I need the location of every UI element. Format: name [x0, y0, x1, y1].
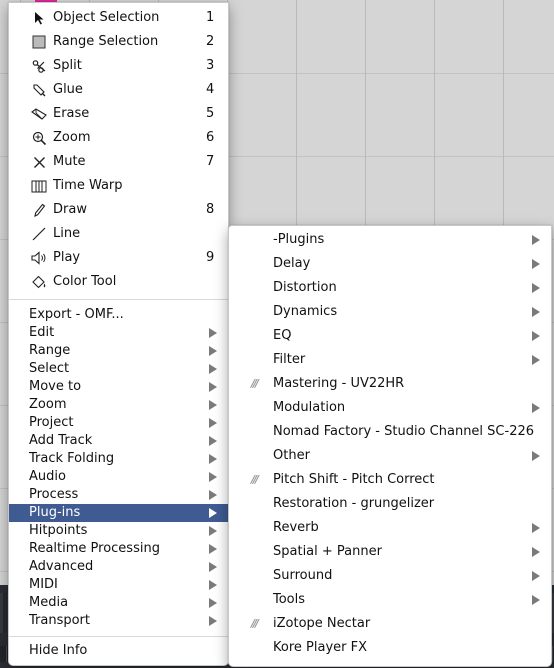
menu-item-media[interactable]: Media — [9, 594, 228, 612]
menu-item-glue[interactable]: Glue 4 — [9, 81, 228, 99]
menu-item-draw[interactable]: Draw 8 — [9, 201, 228, 219]
submenu-item-pitch-correct[interactable]: /// Pitch Shift - Pitch Correct — [229, 471, 551, 489]
plugin-shortcut-icon: /// — [251, 377, 259, 390]
submenu-arrow-icon — [532, 355, 540, 365]
menu-item-line[interactable]: Line — [9, 225, 228, 243]
submenu-arrow-icon — [209, 472, 217, 482]
submenu-arrow-icon — [209, 418, 217, 428]
menu-item-project[interactable]: Project — [9, 414, 228, 432]
submenu-item-other[interactable]: Other — [229, 447, 551, 465]
submenu-arrow-icon — [209, 544, 217, 554]
submenu-item-mastering-uv22hr[interactable]: /// Mastering - UV22HR — [229, 375, 551, 393]
submenu-arrow-icon — [532, 259, 540, 269]
menu-item-advanced[interactable]: Advanced — [9, 558, 228, 576]
submenu-item-plugins[interactable]: -Plugins — [229, 231, 551, 249]
submenu-item-eq[interactable]: EQ — [229, 327, 551, 345]
context-menu: Object Selection 1 Range Selection 2 Spl… — [8, 2, 229, 666]
plugins-submenu: -Plugins Delay Distortion Dynamics EQ Fi… — [228, 225, 552, 667]
time-warp-icon — [31, 178, 47, 194]
menu-item-track-folding[interactable]: Track Folding — [9, 450, 228, 468]
range-square-icon — [31, 34, 47, 50]
menu-item-realtime-processing[interactable]: Realtime Processing — [9, 540, 228, 558]
submenu-item-reverb[interactable]: Reverb — [229, 519, 551, 537]
menu-item-hitpoints[interactable]: Hitpoints — [9, 522, 228, 540]
submenu-arrow-icon — [209, 490, 217, 500]
submenu-arrow-icon — [532, 547, 540, 557]
menu-item-midi[interactable]: MIDI — [9, 576, 228, 594]
submenu-item-spatial-panner[interactable]: Spatial + Panner — [229, 543, 551, 561]
menu-item-range[interactable]: Range — [9, 342, 228, 360]
submenu-arrow-icon — [532, 331, 540, 341]
submenu-item-nomad-factory[interactable]: Nomad Factory - Studio Channel SC-226 — [229, 423, 551, 441]
speaker-icon — [31, 250, 47, 266]
pointer-icon — [31, 10, 47, 26]
submenu-arrow-icon — [532, 595, 540, 605]
menu-item-select[interactable]: Select — [9, 360, 228, 378]
submenu-arrow-icon — [209, 616, 217, 626]
submenu-arrow-icon — [532, 307, 540, 317]
menu-item-export-omf[interactable]: Export - OMF... — [9, 306, 228, 324]
menu-item-audio[interactable]: Audio — [9, 468, 228, 486]
submenu-arrow-icon — [532, 283, 540, 293]
submenu-item-kore-player-fx[interactable]: Kore Player FX — [229, 639, 551, 657]
submenu-arrow-icon — [209, 382, 217, 392]
menu-item-play[interactable]: Play 9 — [9, 249, 228, 267]
submenu-arrow-icon — [209, 436, 217, 446]
plugin-shortcut-icon: /// — [251, 617, 259, 630]
pencil-icon — [31, 202, 47, 218]
menu-item-range-selection[interactable]: Range Selection 2 — [9, 33, 228, 51]
submenu-arrow-icon — [209, 562, 217, 572]
menu-item-zoom[interactable]: Zoom 6 — [9, 129, 228, 147]
menu-item-move-to[interactable]: Move to — [9, 378, 228, 396]
glue-tube-icon — [31, 82, 47, 98]
submenu-arrow-icon — [209, 364, 217, 374]
submenu-item-dynamics[interactable]: Dynamics — [229, 303, 551, 321]
submenu-item-delay[interactable]: Delay — [229, 255, 551, 273]
submenu-arrow-icon — [532, 451, 540, 461]
menu-item-transport[interactable]: Transport — [9, 612, 228, 630]
submenu-arrow-icon — [209, 526, 217, 536]
submenu-arrow-icon — [209, 454, 217, 464]
menu-separator — [9, 299, 228, 300]
menu-item-time-warp[interactable]: Time Warp — [9, 177, 228, 195]
scissors-icon — [31, 58, 47, 74]
submenu-arrow-icon — [209, 346, 217, 356]
submenu-item-filter[interactable]: Filter — [229, 351, 551, 369]
submenu-arrow-icon — [532, 235, 540, 245]
eraser-icon — [31, 106, 47, 122]
menu-item-erase[interactable]: Erase 5 — [9, 105, 228, 123]
menu-item-hide-info[interactable]: Hide Info — [9, 642, 228, 660]
paint-bucket-icon — [31, 274, 47, 290]
line-icon — [31, 226, 47, 242]
submenu-item-modulation[interactable]: Modulation — [229, 399, 551, 417]
menu-item-edit[interactable]: Edit — [9, 324, 228, 342]
menu-item-color-tool[interactable]: Color Tool — [9, 273, 228, 291]
submenu-arrow-icon — [532, 403, 540, 413]
submenu-arrow-icon — [209, 580, 217, 590]
magnifier-icon — [31, 130, 47, 146]
menu-item-process[interactable]: Process — [9, 486, 228, 504]
submenu-item-grungelizer[interactable]: Restoration - grungelizer — [229, 495, 551, 513]
submenu-item-izotope-nectar[interactable]: /// iZotope Nectar — [229, 615, 551, 633]
submenu-item-surround[interactable]: Surround — [229, 567, 551, 585]
menu-item-split[interactable]: Split 3 — [9, 57, 228, 75]
submenu-arrow-icon — [209, 400, 217, 410]
submenu-arrow-icon — [532, 523, 540, 533]
submenu-item-tools[interactable]: Tools — [229, 591, 551, 609]
menu-separator — [9, 636, 228, 637]
submenu-arrow-icon — [209, 598, 217, 608]
submenu-arrow-icon — [532, 571, 540, 581]
menu-item-object-selection[interactable]: Object Selection 1 — [9, 9, 228, 27]
menu-item-add-track[interactable]: Add Track — [9, 432, 228, 450]
menu-item-plug-ins[interactable]: Plug-ins — [9, 504, 228, 522]
submenu-arrow-icon — [209, 328, 217, 338]
submenu-arrow-icon — [209, 508, 217, 518]
plugin-shortcut-icon: /// — [251, 473, 259, 486]
submenu-item-distortion[interactable]: Distortion — [229, 279, 551, 297]
menu-item-zoom-submenu[interactable]: Zoom — [9, 396, 228, 414]
x-mark-icon — [31, 154, 47, 170]
menu-item-mute[interactable]: Mute 7 — [9, 153, 228, 171]
